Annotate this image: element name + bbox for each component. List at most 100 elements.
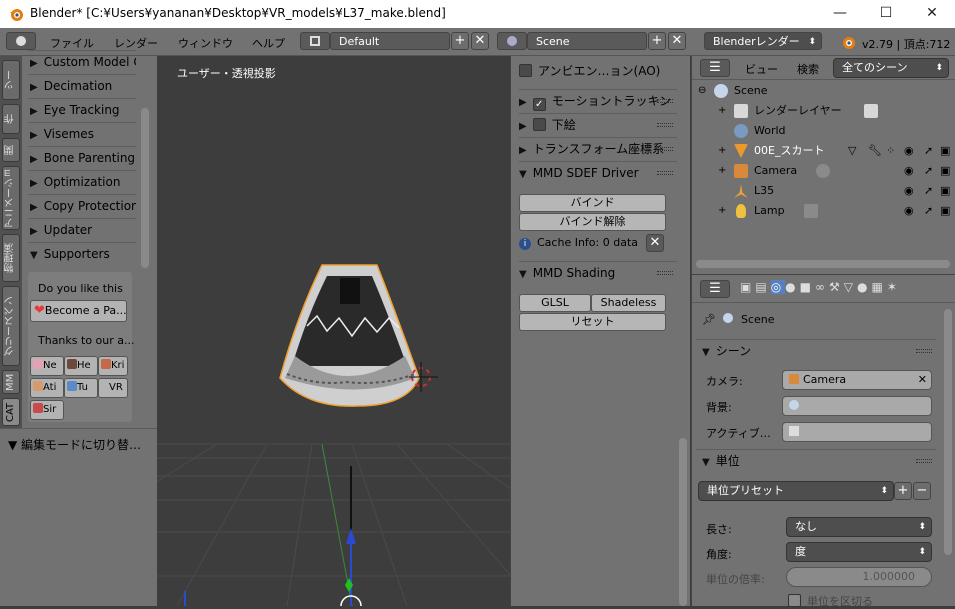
units-preset-dropdown[interactable]: 単位プリセット ⬍ (698, 481, 894, 501)
panel-updater[interactable]: ▶ Updater (28, 218, 136, 240)
expand-icon[interactable]: + (718, 161, 726, 181)
modifiers-tab-icon[interactable]: ⚒ (829, 280, 844, 294)
panel-visemes[interactable]: ▶ Visemes (28, 122, 136, 144)
expand-icon[interactable]: + (718, 141, 726, 161)
panel-mmd-shading[interactable]: ▼ MMD Shading (519, 261, 677, 283)
become-patron-button[interactable]: ❤Become a Pa... (30, 300, 127, 322)
selectable-cursor-icon[interactable]: ➚ (924, 181, 933, 201)
expand-icon[interactable]: + (718, 101, 726, 121)
outliner-menu-search[interactable]: 検索 (797, 61, 819, 77)
outliner-row-skirt[interactable]: + 00E_スカート ▽ 🔧︎ ⁘ ◉ ➚ ▣ (692, 141, 955, 161)
expand-icon[interactable]: + (718, 201, 726, 221)
object-tab-icon[interactable]: ■ (800, 280, 815, 294)
menu-window[interactable]: ウィンドウ (178, 35, 233, 51)
panel-supporters[interactable]: ▼ Supporters (28, 242, 136, 264)
outliner-h-scrollbar[interactable] (696, 260, 950, 268)
ao-checkbox[interactable] (519, 64, 532, 77)
panel-background-images[interactable]: ▶ 下絵 (519, 113, 677, 135)
scene-name-field[interactable]: Scene (527, 32, 647, 50)
visibility-eye-icon[interactable]: ◉ (904, 181, 914, 201)
reset-button[interactable]: リセット (519, 313, 666, 331)
supporter-he[interactable]: He (64, 356, 98, 376)
properties-scrollbar[interactable] (944, 309, 952, 555)
close-button[interactable]: ✕ (909, 0, 955, 28)
panel-optimization[interactable]: ▶ Optimization (28, 170, 136, 192)
scene-tab-icon[interactable]: ◎ (770, 280, 786, 294)
angle-unit-dropdown[interactable]: 度 ⬍ (786, 542, 932, 562)
drag-grip-icon[interactable] (657, 123, 673, 127)
tab-grease-pencil[interactable]: グリースペン (2, 286, 20, 366)
panel-custom-model[interactable]: ▶ Custom Model Cr (28, 50, 136, 72)
tab-cats[interactable]: CAT (2, 398, 20, 426)
outliner-row-camera[interactable]: + Camera ◉ ➚ ▣ (692, 161, 955, 181)
drag-grip-icon[interactable] (657, 99, 673, 103)
drag-grip-icon[interactable] (916, 459, 932, 463)
selectable-cursor-icon[interactable]: ➚ (924, 161, 933, 181)
renderable-camera-icon[interactable]: ▣ (940, 141, 950, 161)
add-layout-button[interactable]: + (451, 32, 469, 50)
visibility-eye-icon[interactable]: ◉ (904, 141, 914, 161)
clear-icon[interactable]: ✕ (918, 371, 927, 389)
material-tab-icon[interactable]: ● (857, 280, 871, 294)
3d-viewport[interactable]: ユーザー・透視投影 (157, 56, 510, 606)
properties-context-tabs[interactable]: ▣▤◎●■∞⚒▽●▦✶ (740, 280, 955, 298)
separate-units-row[interactable]: 単位を区切る (788, 593, 873, 609)
layout-select-button[interactable] (300, 32, 330, 50)
scene-select-button[interactable] (497, 32, 527, 50)
panel-units[interactable]: ▼ 単位 (696, 449, 936, 471)
properties-editor-type-button[interactable]: ☰ (700, 280, 730, 298)
panel-transform-orientation[interactable]: ▶ トランスフォーム座標系 (519, 137, 677, 159)
panel-copy-protection[interactable]: ▶ Copy Protection (28, 194, 136, 216)
skirt-mesh[interactable] (279, 264, 420, 407)
clear-cache-button[interactable]: ✕ (646, 234, 664, 252)
tab-create[interactable]: 作 (2, 104, 20, 134)
panel-scene[interactable]: ▼ シーン (696, 339, 936, 361)
maximize-button[interactable]: ☐ (863, 0, 909, 28)
shadeless-button[interactable]: Shadeless (591, 294, 666, 312)
outliner-row-world[interactable]: World (692, 121, 955, 141)
panel-bone-parenting[interactable]: ▶ Bone Parenting (28, 146, 136, 168)
outliner-row-lamp[interactable]: + Lamp ◉ ➚ ▣ (692, 201, 955, 221)
layout-name-field[interactable]: Default (330, 32, 450, 50)
outliner-row-armature[interactable]: L35 ◉ ➚ ▣ (692, 181, 955, 201)
length-unit-dropdown[interactable]: なし ⬍ (786, 517, 932, 537)
motion-tracking-checkbox[interactable]: ✓ (532, 98, 546, 111)
editor-type-button[interactable] (6, 32, 36, 50)
unit-scale-field[interactable]: 1.000000 (786, 567, 932, 587)
separate-units-checkbox[interactable] (788, 594, 801, 607)
background-set-field[interactable] (782, 396, 932, 416)
renderable-camera-icon[interactable]: ▣ (940, 201, 950, 221)
tab-physics[interactable]: 物理演 (2, 234, 20, 282)
add-scene-button[interactable]: + (648, 32, 666, 50)
panel-eye-tracking[interactable]: ▶ Eye Tracking (28, 98, 136, 120)
visibility-eye-icon[interactable]: ◉ (904, 201, 914, 221)
data-tab-icon[interactable]: ▽ (844, 280, 857, 294)
supporter-sir[interactable]: Sir (30, 400, 64, 420)
glsl-button[interactable]: GLSL (519, 294, 591, 312)
outliner-editor-type-button[interactable]: ☰ (700, 59, 730, 77)
tab-tools[interactable]: ツー (2, 60, 20, 100)
unbind-button[interactable]: バインド解除 (519, 213, 666, 231)
panel-mmd-sdef[interactable]: ▼ MMD SDEF Driver (519, 161, 677, 183)
drag-grip-icon[interactable] (916, 349, 932, 353)
panel-ao[interactable]: アンビエン…ョン(AO) (519, 60, 677, 82)
panel-motion-tracking[interactable]: ▶ ✓ モーショントラッキン (519, 89, 677, 111)
shelf-scrollbar[interactable] (679, 438, 687, 606)
drag-grip-icon[interactable] (657, 147, 673, 151)
constraints-tab-icon[interactable]: ∞ (815, 280, 829, 294)
supporter-ne[interactable]: Ne (30, 356, 64, 376)
outliner-menu-view[interactable]: ビュー (745, 61, 778, 77)
collapse-icon[interactable]: ⊖ (698, 81, 706, 101)
tab-relations[interactable]: 関 (2, 138, 20, 162)
last-operator-panel[interactable]: ▼ 編集モードに切り替… (0, 428, 157, 456)
scene-camera-field[interactable]: Camera ✕ (782, 370, 932, 390)
drag-grip-icon[interactable] (657, 171, 673, 175)
add-preset-button[interactable]: + (894, 482, 912, 500)
world-tab-icon[interactable]: ● (785, 280, 799, 294)
menu-file[interactable]: ファイル (50, 35, 94, 51)
menu-render[interactable]: レンダー (114, 35, 158, 51)
background-images-checkbox[interactable] (532, 118, 546, 131)
delete-scene-button[interactable]: ✕ (668, 32, 686, 50)
panel-decimation[interactable]: ▶ Decimation (28, 74, 136, 96)
supporter-tu[interactable]: Tu (64, 378, 98, 398)
